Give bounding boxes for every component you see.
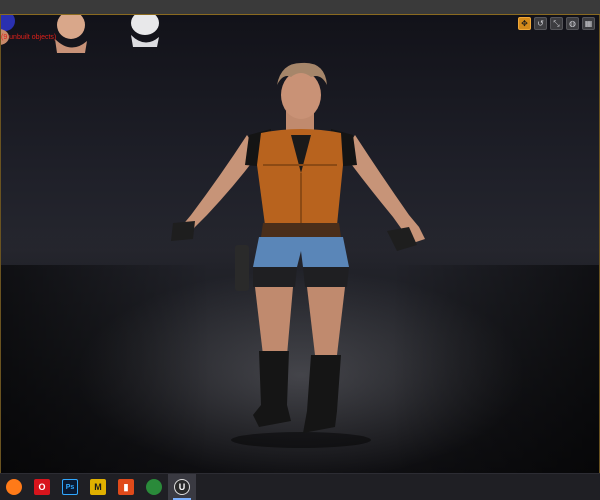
title-strip xyxy=(0,0,600,15)
head-thumbnail-white[interactable] xyxy=(121,15,167,49)
taskbar-item-unreal-engine[interactable]: U xyxy=(168,474,196,500)
photoshop-icon: Ps xyxy=(62,479,78,495)
select-tool-icon[interactable]: ✥ xyxy=(518,17,531,30)
scale-tool-icon[interactable]: ⤡ xyxy=(550,17,563,30)
opera-icon: O xyxy=(34,479,50,495)
taskbar-item-marmoset[interactable]: M xyxy=(84,474,112,500)
unreal-engine-icon: U xyxy=(174,479,190,495)
character-model[interactable] xyxy=(151,55,451,455)
unbuilt-objects-warning: (9 unbuilt objects) xyxy=(1,34,57,41)
world-space-icon[interactable]: ◍ xyxy=(566,17,579,30)
chrome-icon xyxy=(146,479,162,495)
viewport-toolbar: ✥ ↺ ⤡ ◍ ▦ xyxy=(518,17,595,30)
taskbar-item-photoshop[interactable]: Ps xyxy=(56,474,84,500)
grid-snap-icon[interactable]: ▦ xyxy=(582,17,595,30)
rotate-tool-icon[interactable]: ↺ xyxy=(534,17,547,30)
windows-taskbar: O Ps M ▮ U xyxy=(0,473,600,500)
level-viewport[interactable]: (9 unbuilt objects) ✥ ↺ ⤡ ◍ ▦ xyxy=(0,15,600,474)
taskbar-item-office[interactable]: ▮ xyxy=(112,474,140,500)
taskbar-item-chrome[interactable] xyxy=(140,474,168,500)
taskbar-item-firefox[interactable] xyxy=(0,474,28,500)
head-thumbnail-blue[interactable] xyxy=(0,15,25,49)
office-icon: ▮ xyxy=(118,479,134,495)
taskbar-item-opera[interactable]: O xyxy=(28,474,56,500)
firefox-icon xyxy=(6,479,22,495)
marmoset-icon: M xyxy=(90,479,106,495)
